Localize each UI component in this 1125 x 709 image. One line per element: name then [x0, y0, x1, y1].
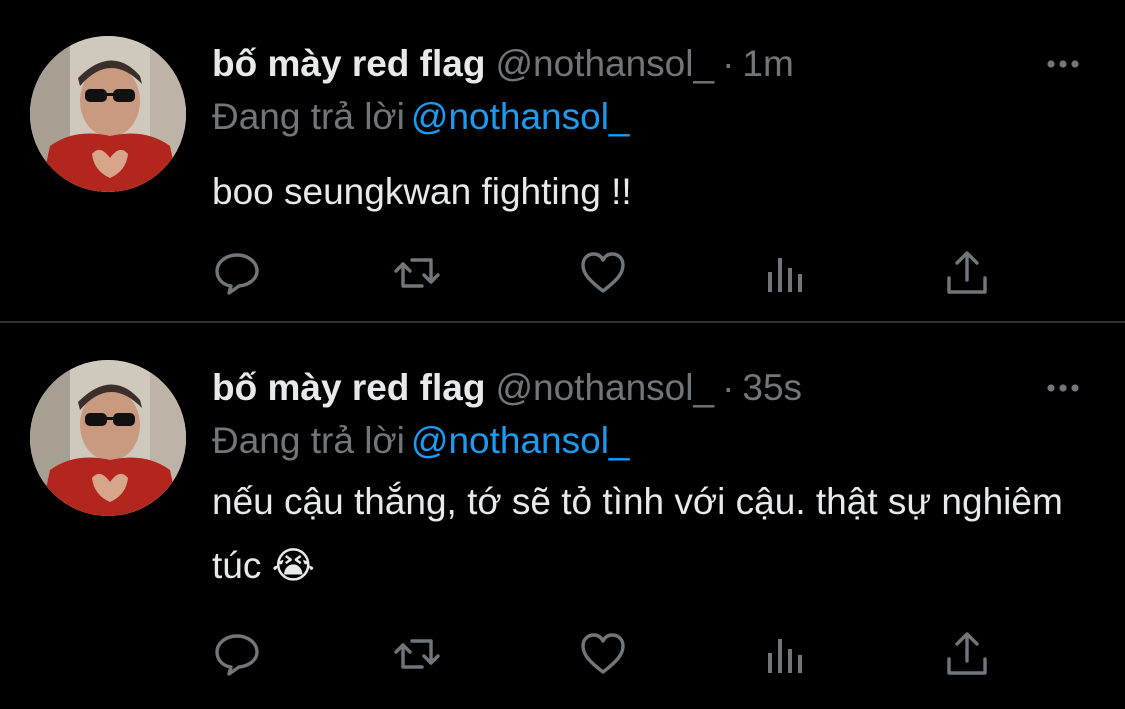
user-handle[interactable]: @nothansol_ — [495, 367, 714, 408]
timestamp[interactable]: 1m — [742, 43, 793, 84]
reply-icon — [215, 634, 259, 676]
tweet-header: bố mày red flag @nothansol_ · 35s — [212, 364, 802, 412]
analytics-button[interactable] — [760, 248, 810, 298]
profile-photo — [30, 36, 186, 192]
separator-dot: · — [722, 43, 735, 84]
user-handle[interactable]: @nothansol_ — [495, 43, 714, 84]
retweet-icon — [394, 639, 440, 669]
analytics-icon — [768, 258, 802, 292]
timestamp[interactable]: 35s — [742, 367, 802, 408]
share-button[interactable] — [942, 629, 992, 679]
tweet[interactable]: bố mày red flag @nothansol_ · 35s Đang trả … — [0, 324, 1125, 709]
avatar[interactable] — [30, 36, 186, 192]
avatar[interactable] — [30, 360, 186, 516]
tweet-divider — [0, 321, 1125, 323]
more-options-button[interactable] — [1043, 368, 1083, 408]
tweet-text: nếu cậu thắng, tớ sẽ tỏ tình với cậu. th… — [212, 481, 1063, 586]
like-button[interactable] — [578, 629, 628, 679]
ellipsis-icon — [1047, 60, 1079, 68]
reply-icon — [215, 253, 259, 295]
separator-dot: · — [722, 367, 735, 408]
tweet-feed: bố mày red flag @nothansol_ · 1m Đang trả l… — [0, 0, 1125, 709]
retweet-icon — [394, 258, 440, 288]
reply-mention-link[interactable]: @nothansol_ — [411, 420, 630, 461]
ellipsis-icon — [1047, 384, 1079, 392]
tweet-text: boo seungkwan fighting !! — [212, 171, 632, 212]
reply-button[interactable] — [212, 629, 262, 679]
reply-button[interactable] — [212, 248, 262, 298]
replying-to: Đang trả lời @nothansol_ — [212, 93, 630, 141]
like-icon — [581, 633, 625, 674]
tweet-actions — [212, 248, 1012, 298]
retweet-button[interactable] — [392, 248, 442, 298]
replying-to: Đang trả lời @nothansol_ — [212, 417, 630, 465]
tweet[interactable]: bố mày red flag @nothansol_ · 1m Đang trả l… — [0, 0, 1125, 322]
display-name[interactable]: bố mày red flag — [212, 367, 485, 408]
share-icon — [947, 632, 987, 675]
reply-mention-link[interactable]: @nothansol_ — [411, 96, 630, 137]
profile-photo — [30, 360, 186, 516]
retweet-button[interactable] — [392, 629, 442, 679]
tweet-actions — [212, 629, 1012, 679]
display-name[interactable]: bố mày red flag — [212, 43, 485, 84]
replying-to-label: Đang trả lời — [212, 96, 405, 137]
like-button[interactable] — [578, 248, 628, 298]
more-options-button[interactable] — [1043, 44, 1083, 84]
like-icon — [581, 252, 625, 293]
analytics-button[interactable] — [760, 629, 810, 679]
tweet-header: bố mày red flag @nothansol_ · 1m — [212, 40, 794, 88]
share-button[interactable] — [942, 248, 992, 298]
share-icon — [947, 251, 987, 294]
analytics-icon — [768, 639, 802, 673]
replying-to-label: Đang trả lời — [212, 420, 405, 461]
